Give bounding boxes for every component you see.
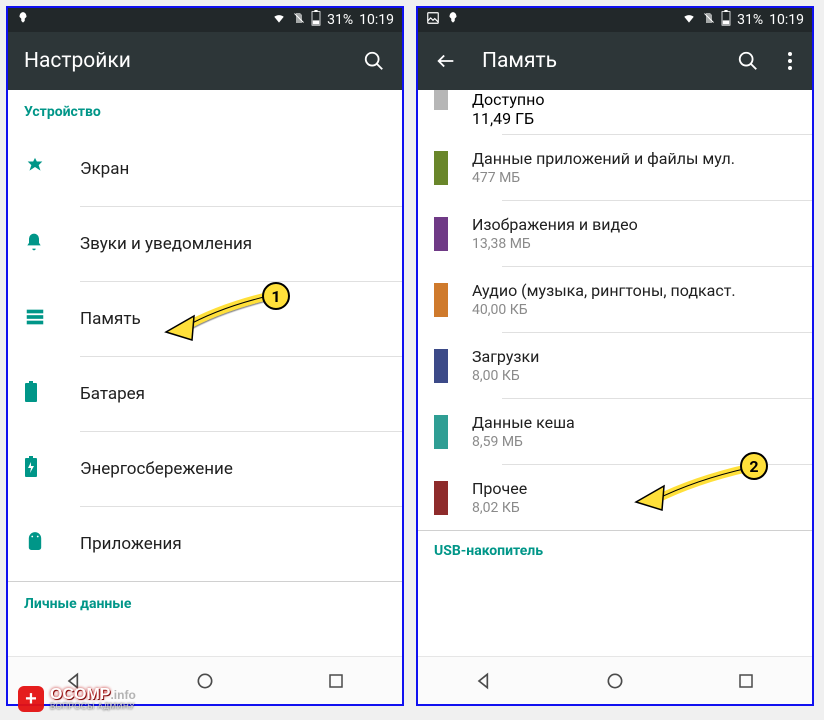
settings-item-storage[interactable]: Память (8, 282, 402, 356)
storage-value: 40,00 КБ (472, 302, 796, 318)
phone-left: 31% 10:19 Настройки Устройство Экран Зву… (6, 6, 404, 706)
nav-home-icon[interactable] (191, 667, 219, 695)
search-icon[interactable] (736, 49, 760, 73)
swatch (434, 349, 448, 383)
storage-icon (24, 306, 46, 332)
app-bar: Настройки (8, 32, 402, 90)
rocket-icon (446, 11, 460, 29)
app-bar: Память (418, 32, 812, 90)
swatch (434, 415, 448, 449)
storage-row[interactable]: Аудио (музыка, рингтоны, подкаст. 40,00 К… (418, 267, 812, 332)
watermark: + OCOMP.info ВОПРОСЫ АДМИНУ (18, 686, 136, 712)
clock: 10:19 (359, 12, 394, 28)
battery-icon (24, 381, 38, 407)
search-icon[interactable] (362, 49, 386, 73)
swatch (434, 283, 448, 317)
nav-bar (418, 656, 812, 704)
storage-row[interactable]: Прочее 8,02 КБ (418, 465, 812, 530)
wm-sub: ВОПРОСЫ АДМИНУ (50, 703, 136, 711)
section-personal: Личные данные (8, 582, 402, 624)
settings-item-display[interactable]: Экран (8, 132, 402, 206)
overflow-icon[interactable] (784, 49, 796, 73)
swatch (434, 217, 448, 251)
storage-row-available[interactable]: Доступно 11,49 ГБ (418, 90, 812, 134)
swatch (434, 90, 448, 110)
settings-item-sound[interactable]: Звуки и уведомления (8, 207, 402, 281)
battery-icon (721, 10, 731, 30)
section-usb: USB-накопитель (418, 531, 812, 559)
storage-value: 8,59 МБ (472, 434, 796, 450)
battery-pct: 31% (737, 12, 763, 28)
rocket-icon (16, 11, 30, 29)
no-sim-icon (703, 11, 715, 29)
wm-brand: OCOMP (50, 686, 110, 703)
plus-icon: + (18, 686, 44, 712)
storage-label: Доступно (472, 90, 544, 109)
storage-label: Данные приложений и файлы мул. (472, 149, 796, 168)
storage-label: Прочее (472, 479, 796, 498)
battery-pct: 31% (327, 12, 353, 28)
storage-label: Данные кеша (472, 413, 796, 432)
storage-value: 11,49 ГБ (472, 109, 544, 128)
battery-icon (311, 10, 321, 30)
status-bar: 31% 10:19 (8, 8, 402, 32)
storage-value: 8,02 КБ (472, 500, 796, 516)
settings-list: Устройство Экран Звуки и уведомления Пам… (8, 90, 402, 656)
nav-back-icon[interactable] (470, 667, 498, 695)
wifi-icon (271, 11, 287, 29)
brightness-icon (24, 156, 46, 182)
item-label: Батарея (80, 384, 386, 404)
storage-label: Аудио (музыка, рингтоны, подкаст. (472, 281, 796, 300)
item-label: Приложения (80, 534, 386, 554)
storage-value: 13,38 МБ (472, 236, 796, 252)
nav-recent-icon[interactable] (322, 667, 350, 695)
storage-value: 477 МБ (472, 170, 796, 186)
wifi-icon (681, 11, 697, 29)
storage-row[interactable]: Изображения и видео 13,38 МБ (418, 201, 812, 266)
item-label: Память (80, 309, 386, 329)
settings-item-powersave[interactable]: Энергосбережение (8, 432, 402, 506)
storage-row[interactable]: Данные кеша 8,59 МБ (418, 399, 812, 464)
no-sim-icon (293, 11, 305, 29)
item-label: Звуки и уведомления (80, 234, 386, 254)
settings-item-apps[interactable]: Приложения (8, 507, 402, 581)
storage-label: Загрузки (472, 347, 796, 366)
section-device: Устройство (8, 90, 402, 132)
storage-row[interactable]: Данные приложений и файлы мул. 477 МБ (418, 135, 812, 200)
nav-recent-icon[interactable] (732, 667, 760, 695)
wm-suffix: .info (110, 688, 135, 702)
bell-icon (24, 232, 44, 256)
item-label: Энергосбережение (80, 459, 386, 479)
page-title: Настройки (24, 49, 338, 73)
storage-list: Доступно 11,49 ГБ Данные приложений и фа… (418, 90, 812, 656)
storage-row[interactable]: Загрузки 8,00 КБ (418, 333, 812, 398)
storage-value: 8,00 КБ (472, 368, 796, 384)
back-icon[interactable] (434, 49, 458, 73)
clock: 10:19 (769, 12, 804, 28)
page-title: Память (482, 49, 712, 73)
storage-label: Изображения и видео (472, 215, 796, 234)
powersave-icon (24, 456, 38, 482)
settings-item-battery[interactable]: Батарея (8, 357, 402, 431)
swatch (434, 481, 448, 515)
item-label: Экран (80, 159, 386, 179)
image-icon (426, 11, 440, 29)
status-bar: 31% 10:19 (418, 8, 812, 32)
nav-home-icon[interactable] (601, 667, 629, 695)
android-icon (24, 531, 46, 557)
swatch (434, 151, 448, 185)
phone-right: 31% 10:19 Память Доступно 11,49 ГБ Данны… (416, 6, 814, 706)
